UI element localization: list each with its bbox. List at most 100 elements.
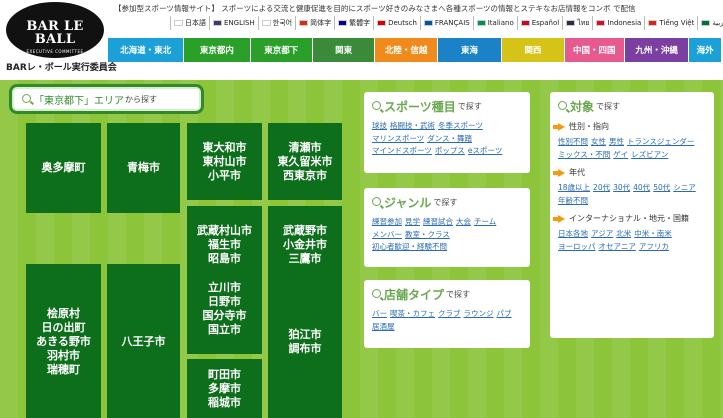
region-tab[interactable]: 東京都下 [250,38,312,62]
language-label: Español [531,19,560,27]
filter-link[interactable]: バー [372,308,387,321]
region-tab[interactable]: 中国・四国 [564,38,624,62]
region-tab[interactable]: 北海道・東北 [108,38,184,62]
shop-panel-title: 店舗タイプ [384,288,445,302]
flag-icon [520,20,530,26]
city-button[interactable]: 青梅市 [107,123,180,213]
filter-link[interactable]: クラブ [438,308,461,321]
region-tab[interactable]: 九州・沖縄 [624,38,689,62]
target-group-label: インターナショナル・地元・国籍 [569,214,689,223]
filter-link[interactable]: トランスジェンダー [627,136,694,149]
language-link[interactable]: FRANÇAIS [419,16,473,30]
filter-link[interactable]: 30代 [613,182,630,195]
city-name: 狛江市 [288,327,322,341]
filter-link[interactable]: アフリカ [639,241,669,254]
language-link[interactable]: 简体字 [295,16,334,30]
target-group-links: 日本各地 アジア 北米 中米・南米ヨーロッパ オセアニア アフリカ [558,228,706,253]
filter-link[interactable]: 男性 [609,136,624,149]
filter-link[interactable]: 教室・クラス [405,229,450,242]
region-tab[interactable]: 北陸・信越 [375,38,437,62]
filter-link[interactable]: ゲイ [613,149,628,162]
filter-link[interactable]: 18歳以上 [558,182,590,195]
filter-link[interactable]: 練習参加 [372,216,402,229]
city-name: あきる野市 [36,334,91,348]
filter-link[interactable]: 球技 [372,120,387,133]
filter-link[interactable]: 女性 [591,136,606,149]
area-title-close: 」エリア [84,95,124,107]
filter-link[interactable]: 大会 [456,216,471,229]
city-button[interactable]: 狛江市 調布市 [268,264,342,418]
region-tab[interactable]: 東海 [437,38,502,62]
filter-link[interactable]: ミックス・不問 [558,149,610,162]
filter-link[interactable]: 冬季スポーツ [438,120,483,133]
filter-link[interactable]: 北米 [616,228,631,241]
language-link[interactable]: Tiếng Việt [644,16,697,30]
region-tab[interactable]: 関西 [502,38,564,62]
filter-link[interactable]: 年齢不問 [558,195,588,208]
filter-link[interactable]: オセアニア [599,241,636,254]
filter-link[interactable]: メンバー [372,229,402,242]
filter-link[interactable]: 居酒屋 [372,321,395,334]
city-name: 西東京市 [283,168,327,182]
language-link[interactable]: 한국어 [257,16,295,30]
city-button[interactable]: 八王子市 [107,264,180,418]
filter-link[interactable]: マインドスポーツ [372,145,432,158]
region-nav: 北海道・東北 東京都内 東京都下 関東 北陸・信越 東海 関西 中国・四国 九州・沖縄 海外 [108,38,721,62]
filter-link[interactable]: 格闘技・武術 [390,120,435,133]
city-name: 日野市 [208,295,241,308]
filter-link[interactable]: 喫茶・カフェ [390,308,435,321]
filter-link[interactable]: アジア [591,228,613,241]
filter-link[interactable]: 日本各地 [558,228,588,241]
language-link[interactable]: Deutsch [373,16,420,30]
city-name: 福生市 [208,238,241,251]
filter-link[interactable]: レズビアン [631,149,668,162]
language-link[interactable]: Indonesia [592,16,644,30]
language-label: Indonesia [607,19,642,27]
city-button[interactable]: 町田市 多摩市 稲城市 [187,359,262,418]
sports-panel-header: スポーツ種目 で探す [372,98,522,115]
filter-link[interactable]: シニア [673,182,696,195]
filter-link[interactable]: ポップス [435,145,465,158]
filter-link[interactable]: 見学 [405,216,420,229]
language-link[interactable]: ENGLISH [209,16,258,30]
region-tab[interactable]: 海外 [689,38,721,62]
filter-link[interactable]: 性別不問 [558,136,588,149]
city-button[interactable]: 奥多摩町 [26,123,101,213]
area-title-main: 東京都下 [44,95,84,107]
filter-link[interactable]: 40代 [633,182,650,195]
area-title-suffix: から探す [125,94,157,104]
city-button[interactable]: 立川市 日野市 国分寺市 国立市 [187,264,262,354]
filter-link[interactable]: 20代 [593,182,610,195]
target-group-header: 性別・指向 [553,121,706,132]
filter-link[interactable]: 初心者歓迎・経験不問 [372,241,447,254]
filter-link[interactable]: ラウンジ [464,308,494,321]
city-name: 稲城市 [208,396,241,409]
filter-link[interactable]: ダンス・舞踏 [427,133,472,146]
area-title: 「 東京都下 」エリア から探す [9,84,204,114]
flag-icon [213,20,222,26]
filter-link[interactable]: チーム [474,216,496,229]
filter-link[interactable]: 50代 [653,182,670,195]
city-button[interactable]: 東大和市 東村山市 小平市 [187,123,262,200]
area-title-open: 「 [34,95,44,107]
language-link[interactable]: Español [516,16,562,30]
filter-link[interactable]: ヨーロッパ [558,241,596,254]
language-link[interactable]: Italiano [472,16,517,30]
region-tab[interactable]: 関東 [312,38,375,62]
filter-link[interactable]: eスポーツ [468,145,502,158]
city-name: 国分寺市 [202,309,247,322]
filter-link[interactable]: パブ [497,308,512,321]
city-button[interactable]: 桧原村 日の出町 あきる野市 羽村市 瑞穂町 [26,264,101,418]
language-link[interactable]: 繁體字 [334,16,373,30]
city-button[interactable]: 清瀬市 東久留米市 西東京市 [268,123,342,200]
language-link[interactable]: ไทย [562,16,592,30]
filter-link[interactable]: 中米・南米 [634,228,672,241]
language-label: العربية [712,19,723,27]
language-link[interactable]: العربية [697,16,723,30]
city-name: 調布市 [288,341,322,355]
region-tab[interactable]: 東京都内 [184,38,250,62]
filter-link[interactable]: マリンスポーツ [372,133,424,146]
site-logo[interactable]: BAR LE BALL EXECUTIVE COMMITTEE [6,2,104,58]
language-link[interactable]: 日本語 [170,16,209,30]
filter-link[interactable]: 練習試合 [423,216,453,229]
